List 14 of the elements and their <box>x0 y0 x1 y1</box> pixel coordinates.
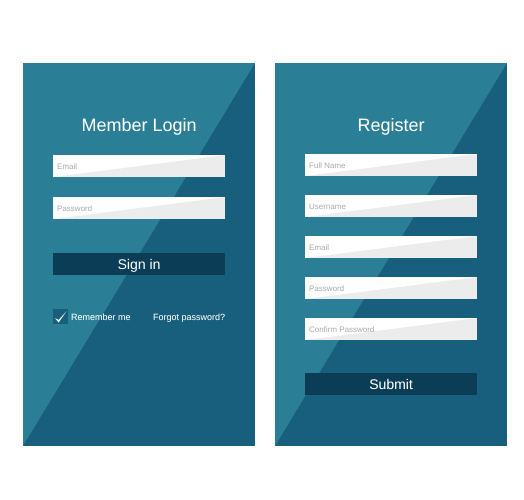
sign-in-button[interactable]: Sign in <box>53 253 225 275</box>
input-field[interactable]: Email <box>53 155 225 177</box>
input-field[interactable]: Password <box>53 197 225 219</box>
submit-button[interactable]: Submit <box>305 373 477 395</box>
input-field[interactable]: Password <box>305 277 477 299</box>
input-field[interactable]: Full Name <box>305 154 477 176</box>
input-field[interactable]: Email <box>305 236 477 258</box>
forgot-password-link[interactable]: Forgot password? <box>152 312 225 322</box>
input-field[interactable]: Confirm Password <box>305 318 477 340</box>
remember-label: Remember me <box>71 312 131 322</box>
form-title: Member Login <box>80 115 198 136</box>
remember-checkbox[interactable] <box>53 309 68 324</box>
form-title: Register <box>356 115 426 136</box>
input-field[interactable]: Username <box>305 195 477 217</box>
